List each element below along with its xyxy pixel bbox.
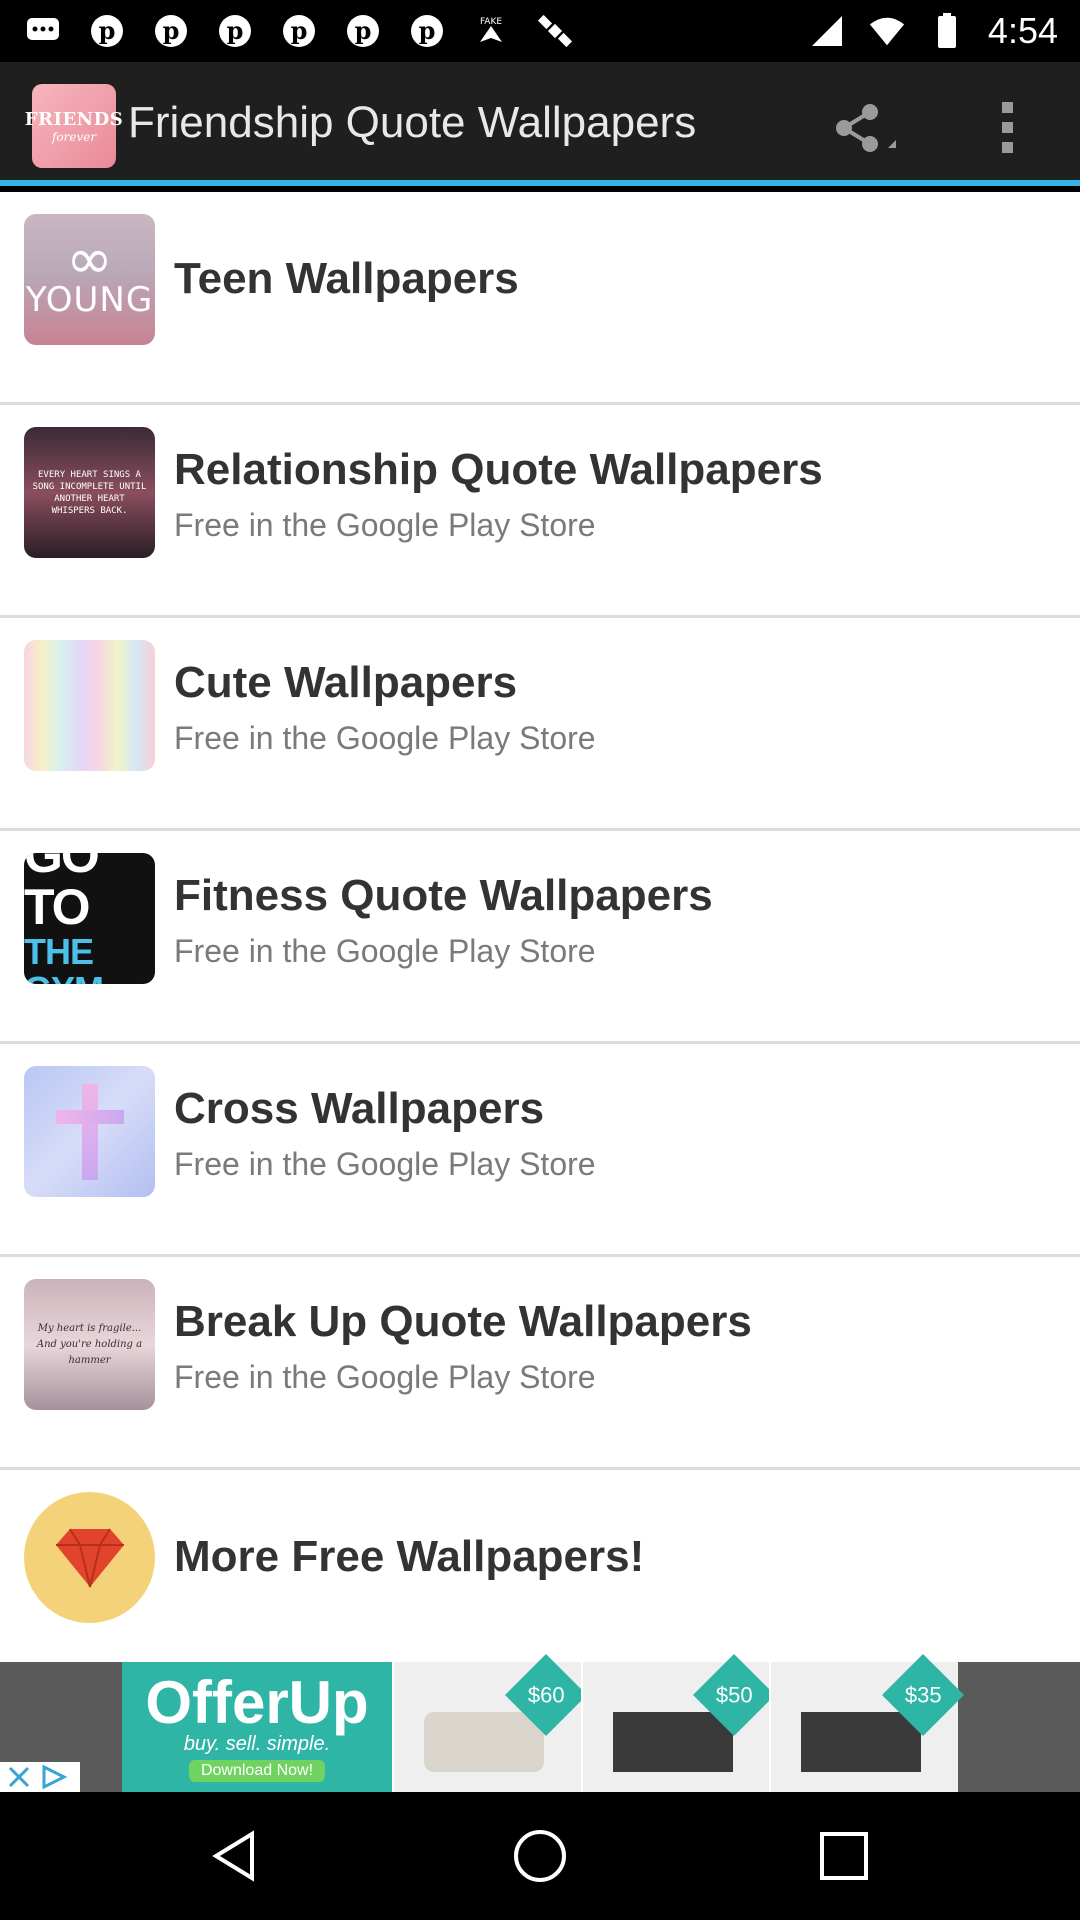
ad-tagline: buy. sell. simple.: [183, 1732, 331, 1755]
list-item-subtitle: Free in the Google Play Store: [174, 507, 596, 543]
thumbnail-text: EVERY HEART SINGS A SONG INCOMPLETE UNTI…: [32, 469, 147, 516]
svg-text:p: p: [99, 16, 116, 45]
signal-icon: [808, 12, 846, 50]
satellite-icon: [536, 12, 574, 50]
share-button[interactable]: [820, 92, 900, 162]
wifi-icon: [868, 12, 906, 50]
svg-text:p: p: [227, 16, 244, 45]
fake-gps-icon: FAKE: [472, 12, 510, 50]
app-bar: FRIENDS forever Friendship Quote Wallpap…: [0, 62, 1080, 186]
sofa-image: [424, 1712, 544, 1772]
list-item[interactable]: More Free Wallpapers!: [0, 1470, 1080, 1683]
list-item-title: Cross Wallpapers: [174, 1084, 545, 1133]
list-item-title: Relationship Quote Wallpapers: [174, 445, 823, 494]
thumbnail-text: YOUNG: [25, 279, 154, 320]
svg-text:p: p: [355, 16, 372, 45]
teen-wallpapers-thumbnail: ∞ YOUNG: [24, 214, 155, 345]
overflow-menu-dot: [1001, 121, 1013, 133]
svg-text:p: p: [163, 16, 180, 45]
ad-banner[interactable]: OfferUp buy. sell. simple. Download Now!…: [0, 1653, 1080, 1792]
back-icon: [212, 1830, 254, 1882]
list-item[interactable]: Cross Wallpapers Free in the Google Play…: [0, 1044, 1080, 1257]
desk-image: [801, 1712, 922, 1772]
ad-content[interactable]: OfferUp buy. sell. simple. Download Now!…: [122, 1653, 965, 1792]
recents-button[interactable]: [814, 1826, 874, 1886]
overflow-menu-button[interactable]: [982, 92, 1032, 162]
wallpaper-app-list: ∞ YOUNG Teen Wallpapers EVERY HEART SING…: [0, 192, 1080, 1662]
app-logo-text: FRIENDS: [24, 108, 124, 130]
list-item-title: Fitness Quote Wallpapers: [174, 871, 713, 920]
ad-product-table: $50: [580, 1653, 776, 1792]
svg-text:FAKE: FAKE: [480, 17, 502, 27]
app-logo-subtext: forever: [51, 129, 97, 144]
list-item-subtitle: Free in the Google Play Store: [174, 720, 596, 756]
list-item[interactable]: Cute Wallpapers Free in the Google Play …: [0, 618, 1080, 831]
break-up-wallpapers-thumbnail: My heart is fragile... And you're holdin…: [24, 1279, 155, 1410]
home-button[interactable]: [510, 1826, 570, 1886]
pinterest-icon: p: [216, 12, 254, 50]
list-item-title: Cute Wallpapers: [174, 658, 518, 707]
list-item-subtitle: Free in the Google Play Store: [174, 933, 596, 969]
overflow-menu-icon: [1001, 101, 1013, 113]
fitness-wallpapers-thumbnail: GO TO THE GYM: [24, 853, 155, 984]
ad-brand: OfferUp buy. sell. simple. Download Now!: [122, 1662, 392, 1792]
close-icon[interactable]: [6, 1764, 32, 1790]
recents-icon: [820, 1832, 868, 1880]
clock: 4:54: [987, 10, 1058, 51]
relationship-wallpapers-thumbnail: EVERY HEART SINGS A SONG INCOMPLETE UNTI…: [24, 427, 155, 558]
thumbnail-text: My heart is fragile...: [37, 1322, 142, 1334]
list-item[interactable]: My heart is fragile... And you're holdin…: [0, 1257, 1080, 1470]
battery-icon: [928, 12, 966, 50]
svg-text:p: p: [291, 16, 308, 45]
pinterest-icon: p: [280, 12, 318, 50]
thumbnail-text: THE GYM: [24, 930, 104, 984]
list-item-title: More Free Wallpapers!: [174, 1532, 645, 1581]
pinterest-icon: p: [152, 12, 190, 50]
cross-icon-bar: [56, 1110, 124, 1124]
overflow-menu-dot: [1001, 141, 1013, 153]
adchoices-icon[interactable]: [40, 1764, 70, 1790]
navigation-bar: [0, 1792, 1080, 1920]
svg-text:p: p: [419, 16, 436, 45]
ad-close-button[interactable]: [0, 1762, 80, 1792]
more-wallpapers-thumbnail: [24, 1492, 155, 1623]
status-bar: p p p p p p FAKE 4:54: [0, 0, 1080, 62]
price-label: $50: [715, 1682, 753, 1707]
app-title: Friendship Quote Wallpapers: [128, 98, 697, 147]
thumbnail-text: And you're holding a hammer: [36, 1338, 143, 1366]
list-item-title: Teen Wallpapers: [174, 254, 519, 303]
cute-wallpapers-thumbnail: [24, 640, 155, 771]
pinterest-icon: p: [88, 12, 126, 50]
back-button[interactable]: [206, 1826, 266, 1886]
app-logo: FRIENDS forever: [25, 84, 123, 168]
list-item[interactable]: ∞ YOUNG Teen Wallpapers: [0, 192, 1080, 405]
infinity-icon: ∞: [66, 226, 113, 292]
table-image: [612, 1712, 733, 1772]
cross-wallpapers-thumbnail: [24, 1066, 155, 1197]
home-icon: [514, 1830, 566, 1882]
list-item[interactable]: GO TO THE GYM Fitness Quote Wallpapers F…: [0, 831, 1080, 1044]
price-label: $60: [527, 1682, 565, 1707]
ad-product-desk: $35: [769, 1653, 965, 1792]
pinterest-icon: p: [408, 12, 446, 50]
thumbnail-text: GO TO: [24, 853, 100, 935]
list-item-title: Break Up Quote Wallpapers: [174, 1297, 752, 1346]
list-item[interactable]: EVERY HEART SINGS A SONG INCOMPLETE UNTI…: [0, 405, 1080, 618]
chat-bubble-icon: [24, 12, 62, 50]
list-item-subtitle: Free in the Google Play Store: [174, 1359, 596, 1395]
ad-product-sofa: $60: [392, 1653, 587, 1792]
pinterest-icon: p: [344, 12, 382, 50]
ad-cta-button[interactable]: Download Now!: [188, 1759, 326, 1782]
share-icon: [836, 104, 896, 152]
cross-icon: [82, 1084, 98, 1180]
list-item-subtitle: Free in the Google Play Store: [174, 1146, 596, 1182]
price-label: $35: [904, 1682, 942, 1707]
ad-brand-name: OfferUp: [145, 1668, 369, 1736]
gem-icon: [55, 1527, 124, 1587]
